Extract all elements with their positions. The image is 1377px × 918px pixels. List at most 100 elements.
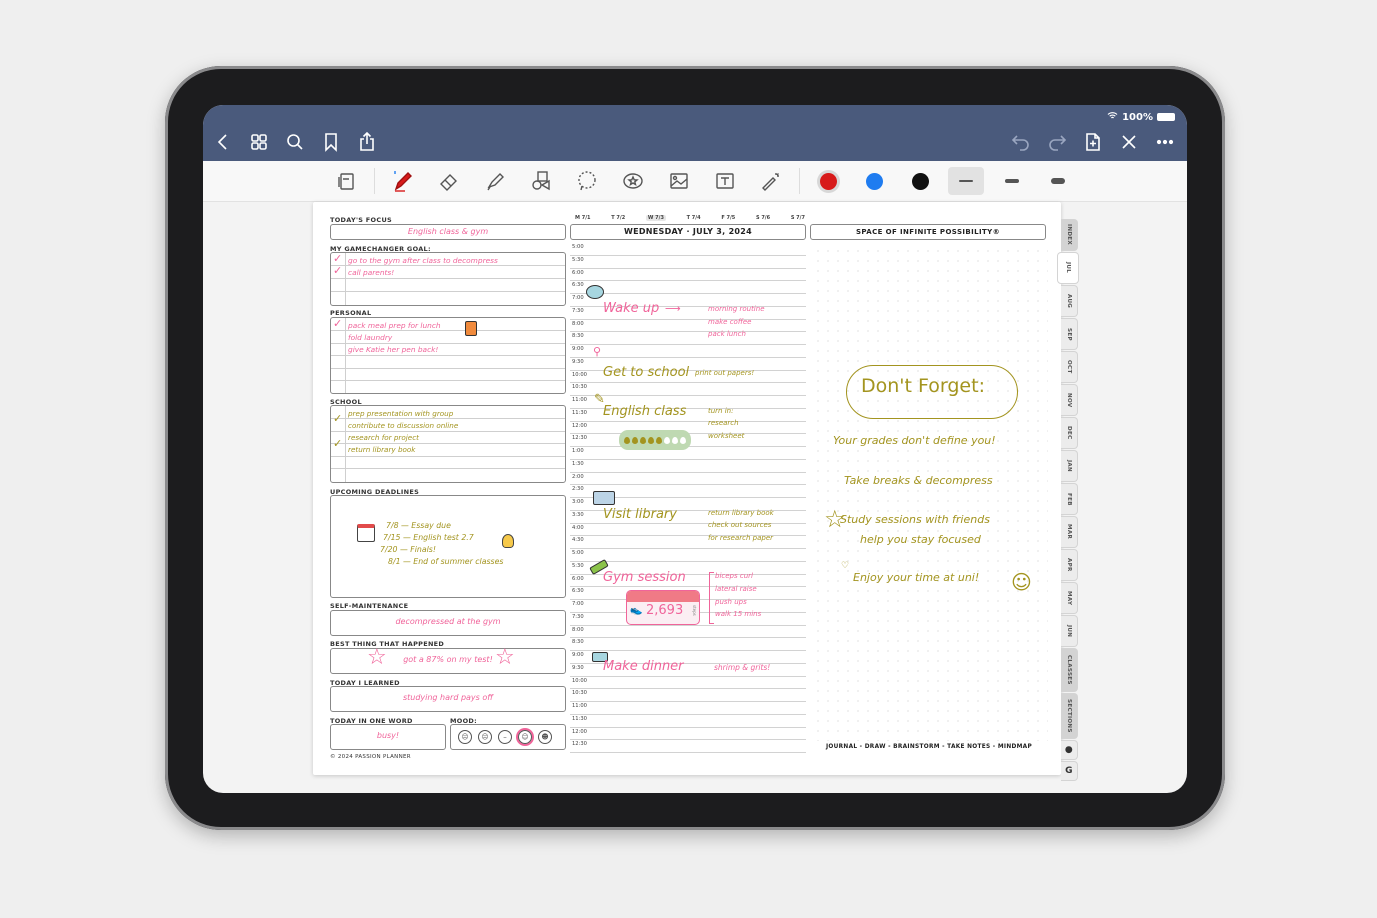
shapes-tool-icon[interactable] [523, 167, 559, 195]
tab-apr[interactable]: APR [1061, 549, 1078, 581]
thickness-medium-button[interactable] [994, 167, 1030, 195]
mood-very-sad-icon[interactable]: ☹ [458, 730, 472, 744]
mood-very-happy-icon[interactable]: ☻ [538, 730, 552, 744]
image-tool-icon[interactable] [661, 167, 697, 195]
time-slot[interactable]: 5:00 [570, 242, 806, 256]
color-red-swatch[interactable] [810, 167, 846, 195]
time-slot[interactable]: 12:30 [570, 739, 806, 753]
tab-label: APR [1066, 558, 1072, 572]
tab-index[interactable]: INDEX [1061, 219, 1078, 251]
more-icon[interactable] [1155, 131, 1175, 153]
color-blue-swatch[interactable] [856, 167, 892, 195]
water-drop-filled-icon[interactable] [624, 436, 630, 444]
day-tab[interactable]: S 7/6 [756, 215, 770, 221]
close-icon[interactable] [1119, 131, 1139, 153]
sticker-tool-icon[interactable] [615, 167, 651, 195]
time-slot[interactable]: 10:00 [570, 676, 806, 690]
time-slot[interactable]: 9:00 [570, 344, 806, 358]
day-tab[interactable]: S 7/7 [791, 215, 805, 221]
day-tab-selected[interactable]: W 7/3 [645, 215, 666, 221]
event-item: biceps curl [715, 572, 753, 580]
day-tab[interactable]: M 7/1 [575, 215, 591, 221]
text-tool-icon[interactable] [707, 167, 743, 195]
redo-icon[interactable] [1047, 131, 1067, 153]
mood-sad-icon[interactable]: ☹ [478, 730, 492, 744]
time-label: 5:30 [572, 256, 584, 263]
day-tab[interactable]: F 7/5 [721, 215, 735, 221]
tab-oct[interactable]: OCT [1061, 351, 1078, 383]
color-black-swatch[interactable] [902, 167, 938, 195]
best-thing-box[interactable]: got a 87% on my test! ☆ ☆ [330, 645, 566, 674]
time-slot[interactable]: 1:00 [570, 446, 806, 460]
thickness-thick-button[interactable] [1040, 167, 1076, 195]
water-drop-filled-icon[interactable] [656, 436, 662, 444]
time-slot[interactable]: 6:30 [570, 280, 806, 294]
gamechanger-box[interactable]: ✓ ✓ go to the gym after class to decompr… [330, 252, 566, 306]
time-slot[interactable]: 8:30 [570, 331, 806, 345]
mood-neutral-icon[interactable]: – [498, 730, 512, 744]
undo-icon[interactable] [1011, 131, 1031, 153]
apple-icon[interactable]: ● [1061, 740, 1078, 760]
tab-sections[interactable]: SECTIONS [1061, 693, 1078, 739]
time-slot[interactable]: 12:00 [570, 727, 806, 741]
eraser-tool-icon[interactable] [431, 167, 467, 195]
deadlines-box[interactable]: 7/8 — Essay due 7/15 — English test 2.7 … [330, 495, 566, 598]
tab-jun[interactable]: JUN [1061, 615, 1078, 647]
time-slot[interactable]: 11:00 [570, 701, 806, 715]
tab-may[interactable]: MAY [1061, 582, 1078, 614]
time-slot[interactable]: 8:00 [570, 625, 806, 639]
tab-feb[interactable]: FEB [1061, 483, 1078, 515]
learned-box[interactable]: studying hard pays off [330, 686, 566, 712]
school-box[interactable]: ✓ ✓ prep presentation with group contrib… [330, 405, 566, 483]
lasso-tool-icon[interactable] [569, 167, 605, 195]
water-tracker-widget[interactable] [619, 430, 691, 450]
search-icon[interactable] [285, 131, 305, 153]
water-drop-empty-icon[interactable] [664, 436, 670, 444]
tab-sep[interactable]: SEP [1061, 318, 1078, 350]
day-tab[interactable]: T 7/2 [611, 215, 625, 221]
time-slot[interactable]: 10:30 [570, 688, 806, 702]
time-slot[interactable]: 2:00 [570, 472, 806, 486]
step-counter-widget[interactable]: 👟 2,693 steps [626, 590, 700, 625]
tab-classes[interactable]: CLASSES [1061, 648, 1078, 692]
time-slot[interactable]: 5:30 [570, 255, 806, 269]
personal-box[interactable]: ✓ pack meal prep for lunch fold laundry … [330, 317, 566, 394]
time-label: 10:00 [572, 371, 587, 378]
tab-jan[interactable]: JAN [1061, 450, 1078, 482]
time-slot[interactable]: 8:30 [570, 637, 806, 651]
thickness-thin-button[interactable] [948, 167, 984, 195]
water-drop-empty-icon[interactable] [680, 436, 686, 444]
pen-tool-icon[interactable] [385, 167, 421, 195]
event-title: Gym session [603, 570, 686, 585]
water-drop-filled-icon[interactable] [632, 436, 638, 444]
highlighter-tool-icon[interactable] [477, 167, 513, 195]
mood-happy-icon[interactable]: ☺ [518, 730, 532, 744]
dot-grid-canvas[interactable] [813, 246, 1048, 741]
water-drop-filled-icon[interactable] [640, 436, 646, 444]
grid-view-icon[interactable] [249, 131, 269, 153]
time-slot[interactable]: 6:00 [570, 268, 806, 282]
water-drop-filled-icon[interactable] [648, 436, 654, 444]
one-word-box[interactable]: busy! [330, 724, 446, 750]
day-tab[interactable]: T 7/4 [687, 215, 701, 221]
self-maintenance-box[interactable]: decompressed at the gym [330, 610, 566, 636]
back-icon[interactable] [213, 131, 233, 153]
bookmark-icon[interactable] [321, 131, 341, 153]
tab-mar[interactable]: MAR [1061, 516, 1078, 548]
planner-page[interactable]: TODAY'S FOCUS English class & gym MY GAM… [313, 202, 1079, 781]
water-drop-empty-icon[interactable] [672, 436, 678, 444]
pages-tool-icon[interactable] [328, 167, 364, 195]
share-icon[interactable] [357, 131, 377, 153]
time-slot[interactable]: 1:30 [570, 459, 806, 473]
add-page-icon[interactable] [1083, 131, 1103, 153]
time-slot[interactable]: 10:30 [570, 382, 806, 396]
tab-aug[interactable]: AUG [1061, 285, 1078, 317]
todays-focus-box[interactable]: English class & gym [330, 224, 566, 240]
tab-dec[interactable]: DEC [1061, 417, 1078, 449]
laser-pointer-tool-icon[interactable] [753, 167, 789, 195]
time-slot[interactable]: 11:30 [570, 714, 806, 728]
time-slot[interactable]: 8:00 [570, 319, 806, 333]
tab-jul[interactable]: JUL [1057, 252, 1079, 284]
google-icon[interactable]: G [1061, 761, 1078, 781]
tab-nov[interactable]: NOV [1061, 384, 1078, 416]
